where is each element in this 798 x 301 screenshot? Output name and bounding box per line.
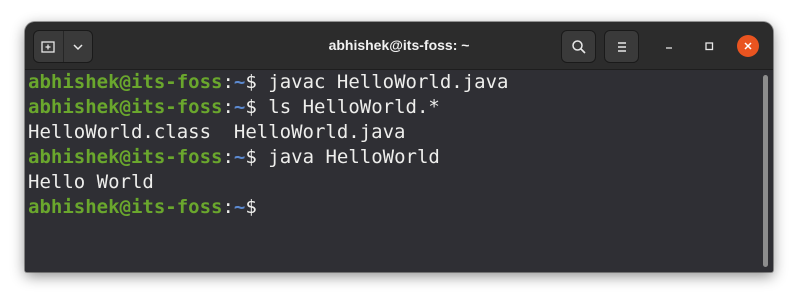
prompt-path: ~ [233, 71, 246, 93]
title-bar: abhishek@its-foss: ~ [25, 22, 773, 70]
prompt-colon: : [222, 196, 234, 218]
minimize-button[interactable] [658, 35, 680, 57]
terminal-lines: abhishek@its-foss:~$ javac HelloWorld.ja… [28, 70, 508, 220]
close-icon [744, 42, 752, 50]
command-text: javac HelloWorld.java [268, 71, 509, 93]
prompt-symbol: $ [245, 96, 269, 118]
prompt-user-host: abhishek@its-foss [28, 96, 223, 118]
prompt-colon: : [222, 146, 234, 168]
prompt-colon: : [222, 71, 234, 93]
prompt-symbol: $ [245, 196, 269, 218]
prompt-symbol: $ [245, 146, 269, 168]
output-line: HelloWorld.class HelloWorld.java [28, 120, 508, 145]
terminal-output[interactable]: abhishek@its-foss:~$ javac HelloWorld.ja… [25, 70, 773, 272]
close-button[interactable] [737, 35, 759, 57]
prompt-line: abhishek@its-foss:~$ javac HelloWorld.ja… [28, 70, 508, 95]
command-text: java HelloWorld [268, 146, 440, 168]
prompt-user-host: abhishek@its-foss [28, 71, 223, 93]
prompt-user-host: abhishek@its-foss [28, 146, 223, 168]
maximize-button[interactable] [698, 35, 720, 57]
minimize-icon [666, 47, 672, 49]
maximize-icon [705, 42, 714, 51]
prompt-symbol: $ [245, 71, 269, 93]
prompt-line: abhishek@its-foss:~$ ls HelloWorld.* [28, 95, 508, 120]
scrollbar[interactable] [763, 75, 768, 267]
prompt-path: ~ [233, 96, 246, 118]
prompt-user-host: abhishek@its-foss [28, 196, 223, 218]
output-text: HelloWorld.class HelloWorld.java [28, 121, 406, 143]
output-text: Hello World [28, 171, 154, 193]
command-text: ls HelloWorld.* [268, 96, 440, 118]
menu-button[interactable] [604, 30, 639, 63]
prompt-path: ~ [233, 146, 246, 168]
output-line: Hello World [28, 170, 508, 195]
search-icon [571, 39, 586, 54]
prompt-path: ~ [233, 196, 246, 218]
prompt-colon: : [222, 96, 234, 118]
prompt-line: abhishek@its-foss:~$ [28, 195, 508, 220]
hamburger-menu-icon [617, 41, 626, 52]
prompt-line: abhishek@its-foss:~$ java HelloWorld [28, 145, 508, 170]
search-button[interactable] [561, 30, 596, 63]
terminal-window: abhishek@its-foss: ~ abhishek@its-foss:~… [25, 22, 773, 272]
